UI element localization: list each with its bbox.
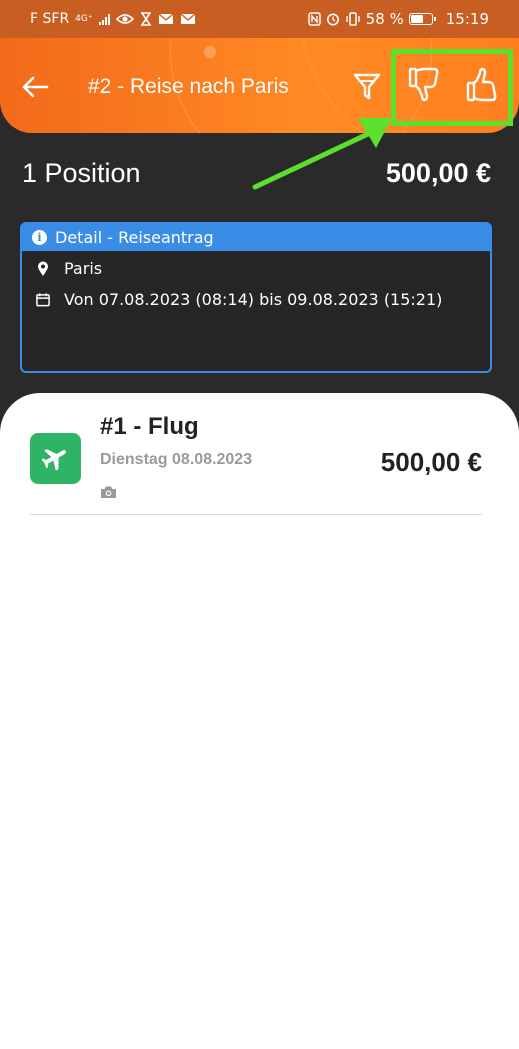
mail-badge-icon-2 (180, 13, 196, 24)
list-item[interactable]: #1 - Flug Dienstag 08.08.2023 500,00 € (30, 413, 482, 515)
eye-icon (115, 14, 134, 24)
total-amount: 500,00 € (385, 158, 491, 188)
location-pin-icon (36, 261, 50, 277)
camera-icon (101, 486, 116, 498)
annotation-arrow (252, 118, 392, 190)
signal-icon (98, 13, 110, 25)
thumbs-up-icon[interactable] (466, 66, 498, 104)
item-date: Dienstag 08.08.2023 (100, 451, 253, 468)
detail-location-row: Paris (36, 259, 102, 278)
nfc-icon (307, 12, 321, 26)
hourglass-icon (140, 12, 151, 26)
detail-location: Paris (64, 259, 103, 278)
thumbs-down-icon[interactable] (408, 66, 440, 104)
page-title: #2 - Reise nach Paris (88, 75, 289, 98)
calendar-icon (36, 292, 50, 307)
detail-period: Von 07.08.2023 (08:14) bis 09.08.2023 (1… (64, 290, 443, 309)
detail-card[interactable]: i Detail - Reiseantrag Paris Von 07.08.2… (20, 222, 492, 373)
airplane-icon (30, 433, 81, 484)
alarm-icon (326, 13, 339, 26)
battery-icon (408, 13, 436, 25)
detail-header: i Detail - Reiseantrag (22, 224, 490, 251)
clock: 15:19 (445, 10, 489, 28)
mail-badge-icon (158, 13, 174, 24)
network-label: 4G⁺ (75, 14, 93, 24)
vibrate-icon (345, 12, 360, 26)
info-icon: i (32, 230, 47, 245)
positions-list: #1 - Flug Dienstag 08.08.2023 500,00 € (0, 393, 519, 1049)
filter-icon[interactable] (352, 70, 382, 102)
positions-count: 1 Position (22, 158, 141, 188)
back-arrow-icon[interactable] (20, 72, 50, 102)
item-amount: 500,00 € (380, 447, 482, 477)
battery-percent: 58 % (365, 10, 404, 28)
detail-period-row: Von 07.08.2023 (08:14) bis 09.08.2023 (1… (36, 290, 442, 309)
detail-header-label: Detail - Reiseantrag (55, 228, 214, 247)
item-title: #1 - Flug (100, 413, 199, 440)
status-bar: F SFR 4G⁺ 58 % 15:19 (0, 0, 519, 38)
carrier-label: F SFR (30, 11, 70, 27)
